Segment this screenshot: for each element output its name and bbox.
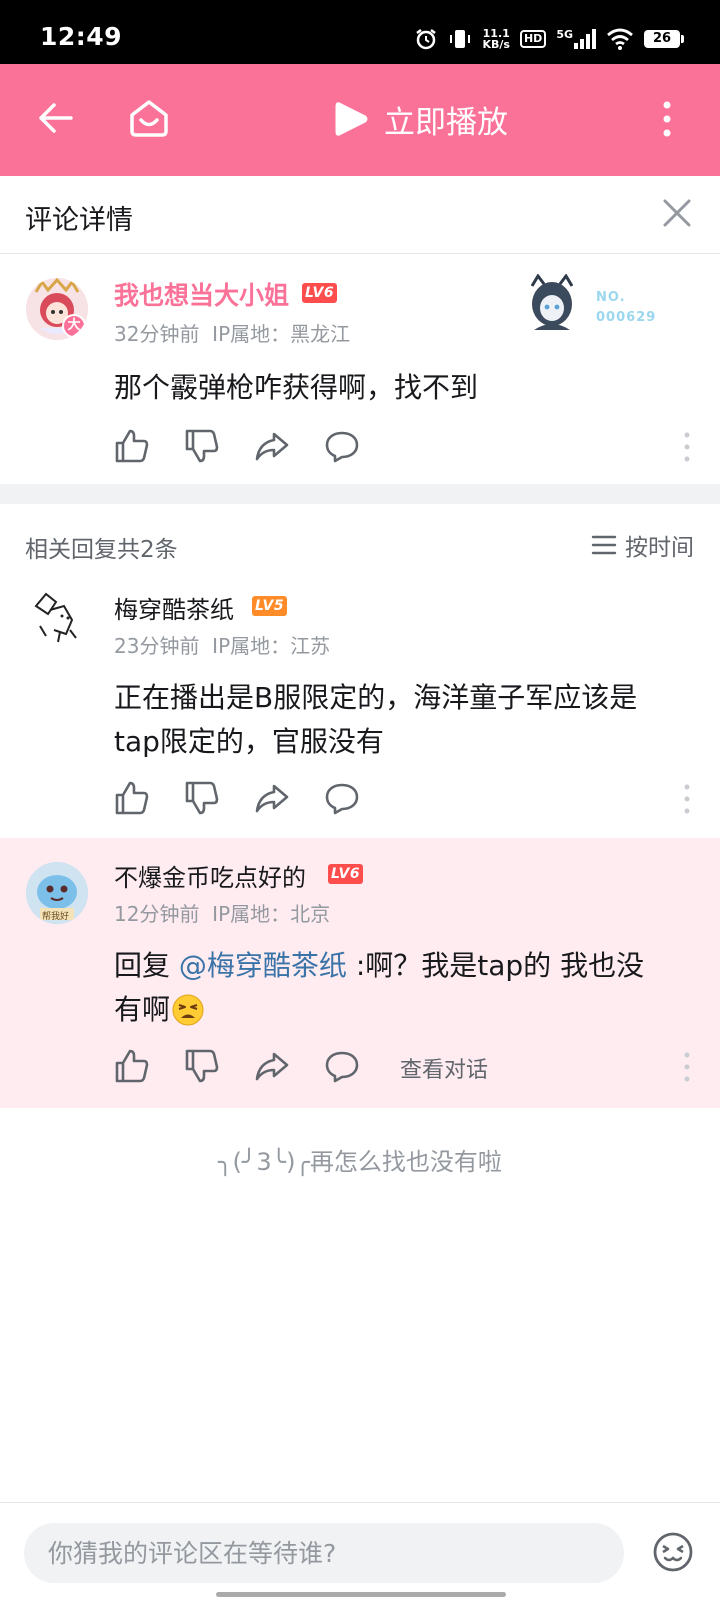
hd-badge: HD <box>519 30 547 48</box>
comment-time: 12分钟前 <box>114 902 200 926</box>
battery-icon: 26 <box>644 30 684 48</box>
status-icons: 11.1 KB/s HD 5G 26 <box>414 24 684 54</box>
close-icon[interactable] <box>662 198 692 228</box>
comment-more-icon[interactable] <box>684 432 690 462</box>
reply-1-actions <box>0 780 690 820</box>
level-badge: LV5 <box>252 596 288 616</box>
fan-badge-number: NO. 000629 <box>596 288 656 328</box>
sort-label: 按时间 <box>625 535 694 561</box>
reply-1-avatar[interactable] <box>26 586 88 648</box>
play-now-label: 立即播放 <box>384 104 508 141</box>
avatar-caption: 帮我好 <box>42 912 70 922</box>
like-icon[interactable] <box>114 780 150 816</box>
view-conversation-link[interactable]: 查看对话 <box>400 1052 488 1084</box>
reply-1-username[interactable]: 梅穿酷茶纸 <box>114 590 234 625</box>
net-speed-unit: KB/s <box>482 38 510 51</box>
level-badge: LV6 <box>302 283 338 303</box>
end-of-list-text: ╮(╯3╰)╭再怎么找也没有啦 <box>218 1148 502 1176</box>
dislike-icon[interactable] <box>184 780 220 816</box>
like-icon[interactable] <box>114 1048 150 1084</box>
fan-badge-no-value: 000629 <box>596 310 657 325</box>
reply-icon[interactable] <box>324 428 360 464</box>
main-comment-avatar[interactable]: 大 <box>26 278 88 340</box>
gesture-navigation-bar[interactable] <box>216 1592 506 1597</box>
avatar-image <box>34 592 77 643</box>
reply-text-line: 有啊 <box>114 993 171 1026</box>
avatar-badge: 大 <box>62 314 86 338</box>
share-icon[interactable] <box>254 428 290 464</box>
signal-indicator: 5G <box>556 29 596 49</box>
ip-label: IP属地： <box>212 322 291 346</box>
ip-label: IP属地： <box>212 634 291 658</box>
play-icon <box>335 102 368 136</box>
alarm-icon <box>416 29 437 50</box>
ip-location: 黑龙江 <box>290 322 351 346</box>
page-title: 评论详情 <box>25 205 133 236</box>
share-icon[interactable] <box>254 780 290 816</box>
reply-icon[interactable] <box>324 780 360 816</box>
more-vertical-icon[interactable] <box>662 100 672 138</box>
ip-label: IP属地： <box>212 902 291 926</box>
emoji-face-icon[interactable] <box>652 1531 694 1573</box>
comment-more-icon[interactable] <box>684 784 690 814</box>
replies-header: 相关回复共2条 按时间 <box>0 504 720 584</box>
sort-lines-icon <box>591 535 617 555</box>
comment-input[interactable] <box>24 1523 624 1583</box>
reply-icon[interactable] <box>324 1048 360 1084</box>
reply-prefix: 回复 <box>114 949 179 982</box>
comment-input-bar <box>0 1502 720 1600</box>
section-divider <box>0 484 720 504</box>
comment-time: 23分钟前 <box>114 634 200 658</box>
share-icon[interactable] <box>254 1048 290 1084</box>
ip-location: 江苏 <box>290 634 331 658</box>
reply-text-line: 正在播出是B服限定的，海洋童子军应该是 <box>114 681 638 714</box>
cell-signal-icon <box>574 29 596 49</box>
reply-2-avatar[interactable]: 帮我好 <box>26 862 88 924</box>
ip-location: 北京 <box>290 902 331 926</box>
status-bar: 12:49 11.1 KB/s HD 5G 26 <box>0 0 720 64</box>
status-time: 12:49 <box>40 22 123 51</box>
reply-2-actions: 查看对话 <box>0 1048 690 1088</box>
vibrate-icon <box>450 30 471 48</box>
main-comment-actions <box>0 428 690 468</box>
mention-link[interactable]: @梅穿酷茶纸 <box>179 949 347 982</box>
comment-more-icon[interactable] <box>684 1052 690 1082</box>
fan-badge-character-icon <box>530 274 574 330</box>
reply-1-text: 正在播出是B服限定的，海洋童子军应该是 tap限定的，官服没有 <box>114 676 637 764</box>
like-icon[interactable] <box>114 428 150 464</box>
reply-text-line: :啊？我是tap的 我也没 <box>346 949 645 982</box>
tired-face-emoji-icon <box>172 994 204 1026</box>
reply-1-meta: 23分钟前 IP属地：江苏 <box>114 630 330 659</box>
wifi-icon <box>607 28 633 50</box>
reply-count: 相关回复共2条 <box>25 537 178 563</box>
fan-badge-no-label: NO. <box>596 290 626 305</box>
dislike-icon[interactable] <box>184 428 220 464</box>
comment-time: 32分钟前 <box>114 322 200 346</box>
main-comment-username[interactable]: 我也想当大小姐 <box>114 276 289 312</box>
reply-text-line: tap限定的，官服没有 <box>114 725 384 758</box>
reply-2-username[interactable]: 不爆金币吃点好的 <box>114 858 306 893</box>
back-arrow-icon[interactable] <box>38 102 74 134</box>
app-bar: 立即播放 <box>0 64 720 176</box>
reply-2-text: 回复 @梅穿酷茶纸 :啊？我是tap的 我也没 有啊 <box>114 944 704 1032</box>
play-now-button[interactable]: 立即播放 <box>334 94 508 144</box>
main-comment-text: 那个霰弹枪咋获得啊，找不到 <box>114 371 479 404</box>
dislike-icon[interactable] <box>184 1048 220 1084</box>
signal-type: 5G <box>556 28 573 41</box>
home-icon[interactable] <box>128 98 170 138</box>
main-comment-meta: 32分钟前 IP属地：黑龙江 <box>114 318 350 347</box>
network-speed: 11.1 KB/s <box>482 28 509 50</box>
reply-2-meta: 12分钟前 IP属地：北京 <box>114 898 330 927</box>
comment-detail-header: 评论详情 <box>0 176 720 254</box>
level-badge: LV6 <box>328 864 364 884</box>
sort-by-time-button[interactable]: 按时间 <box>591 528 694 562</box>
